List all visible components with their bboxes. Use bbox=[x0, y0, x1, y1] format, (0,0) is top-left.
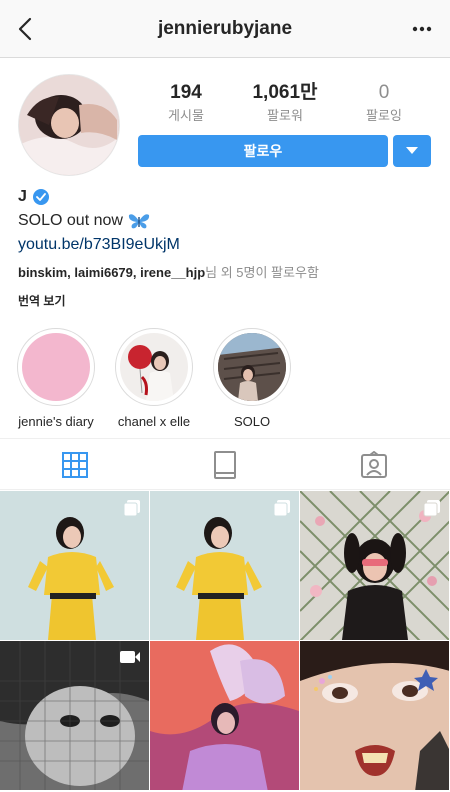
carousel-icon bbox=[123, 500, 140, 517]
post-thumbnail[interactable] bbox=[0, 641, 149, 790]
posts-grid bbox=[0, 491, 450, 792]
highlight-jennies-diary[interactable]: jennie's diary bbox=[17, 328, 95, 429]
followers-count: 1,061만 bbox=[252, 82, 318, 103]
more-horizontal-icon bbox=[412, 26, 432, 32]
more-options-button[interactable] bbox=[408, 16, 436, 42]
profile-tabs bbox=[0, 438, 450, 490]
followers-count-stat[interactable]: 1,061만 팔로워 bbox=[236, 82, 334, 124]
profile-bio: SOLO out now bbox=[18, 212, 150, 230]
highlight-chanel-x-elle[interactable]: chanel x elle bbox=[115, 328, 193, 429]
profile-name: J bbox=[18, 188, 27, 205]
profile-stats: 194 게시물 1,061만 팔로워 0 팔로잉 bbox=[138, 82, 432, 126]
following-count-stat[interactable]: 0 팔로잉 bbox=[336, 82, 432, 124]
profile-username: jennierubyjane bbox=[157, 18, 293, 39]
suggested-accounts-dropdown-button[interactable] bbox=[393, 135, 431, 167]
following-label: 팔로잉 bbox=[366, 108, 402, 123]
post-thumbnail[interactable] bbox=[150, 641, 299, 790]
profile-link[interactable]: youtu.be/b73BI9eUkjM bbox=[18, 236, 180, 254]
highlight-solo[interactable]: SOLO bbox=[213, 328, 291, 429]
followed-by-suffix: 님 외 5명이 팔로우함 bbox=[205, 265, 319, 280]
translate-link[interactable]: 번역 보기 bbox=[18, 292, 66, 309]
tagged-icon bbox=[361, 451, 387, 478]
tab-grid[interactable] bbox=[60, 451, 90, 479]
top-bar: jennierubyjane bbox=[0, 0, 450, 58]
follow-button[interactable]: 팔로우 bbox=[138, 135, 388, 167]
followed-by-text[interactable]: binskim, laimi6679, irene__hjp님 외 5명이 팔로… bbox=[18, 262, 319, 281]
following-count: 0 bbox=[378, 82, 390, 103]
post-thumbnail[interactable] bbox=[300, 491, 449, 640]
posts-count: 194 bbox=[170, 82, 202, 103]
tab-igtv[interactable] bbox=[210, 451, 240, 479]
verified-badge-icon bbox=[32, 189, 49, 205]
post-thumbnail[interactable] bbox=[150, 491, 299, 640]
highlight-label: SOLO bbox=[233, 414, 271, 429]
profile-avatar[interactable] bbox=[18, 74, 120, 176]
video-icon bbox=[120, 651, 140, 663]
highlight-ring bbox=[17, 328, 95, 406]
carousel-icon bbox=[423, 500, 440, 517]
posts-count-stat[interactable]: 194 게시물 bbox=[138, 82, 234, 124]
bio-text: SOLO out now bbox=[18, 212, 123, 229]
grid-icon bbox=[62, 452, 88, 478]
highlight-ring bbox=[115, 328, 193, 406]
followed-by-names: binskim, laimi6679, irene__hjp bbox=[18, 265, 206, 280]
tab-tagged[interactable] bbox=[359, 451, 389, 479]
profile-name-row: J bbox=[18, 188, 49, 206]
post-thumbnail[interactable] bbox=[0, 491, 149, 640]
posts-label: 게시물 bbox=[168, 108, 204, 123]
highlight-ring bbox=[213, 328, 291, 406]
igtv-icon bbox=[214, 451, 236, 479]
post-thumbnail[interactable] bbox=[300, 641, 449, 790]
followers-label: 팔로워 bbox=[267, 108, 303, 123]
carousel-icon bbox=[273, 500, 290, 517]
butterfly-icon bbox=[128, 214, 150, 229]
caret-down-icon bbox=[406, 147, 418, 154]
